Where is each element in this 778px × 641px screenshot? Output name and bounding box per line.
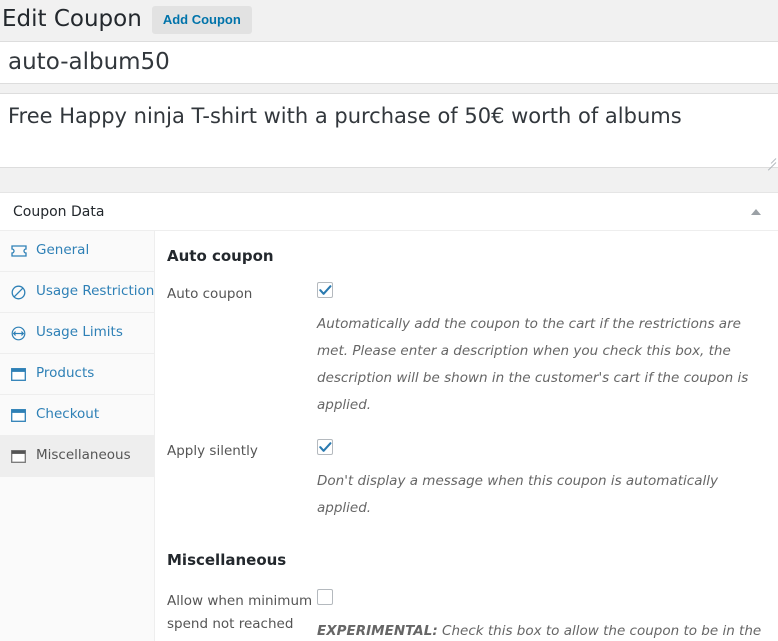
tab-label: General: [36, 244, 89, 258]
coupon-data-panel-body: General Usage Restriction: [0, 231, 778, 641]
miscellaneous-panel-content: Auto coupon Auto coupon Automatically ad…: [155, 231, 778, 641]
field-label: Apply silently: [167, 439, 317, 463]
add-coupon-button[interactable]: Add Coupon: [152, 6, 252, 34]
tab-general[interactable]: General: [0, 231, 154, 272]
coupon-description-wrapper: Free Happy ninja T-shirt with a purchase…: [0, 93, 778, 168]
caret-up-icon[interactable]: [746, 202, 766, 222]
coupon-data-tabs: General Usage Restriction: [0, 231, 155, 641]
panel-title: Coupon Data: [13, 205, 104, 219]
tab-usage-limits[interactable]: Usage Limits: [0, 313, 154, 354]
window-icon: [10, 366, 27, 383]
field-description: Automatically add the coupon to the cart…: [317, 311, 762, 419]
tab-label: Checkout: [36, 408, 99, 422]
section-heading-auto-coupon: Auto coupon: [167, 249, 766, 264]
tab-products[interactable]: Products: [0, 354, 154, 395]
tab-label: Products: [36, 367, 94, 381]
arrows-circle-icon: [10, 325, 27, 342]
allow-minimum-spend-checkbox[interactable]: [317, 589, 333, 605]
field-row-auto-coupon: Auto coupon Automatically add the coupon…: [167, 282, 766, 419]
spacer: [0, 168, 778, 192]
apply-silently-checkbox[interactable]: [317, 439, 333, 455]
field-description: EXPERIMENTAL: Check this box to allow th…: [317, 618, 762, 641]
window-icon: [10, 407, 27, 424]
spacer: [0, 84, 778, 93]
no-entry-icon: [10, 284, 27, 301]
spacer: [167, 419, 766, 439]
field-row-apply-silently: Apply silently Don't display a message w…: [167, 439, 766, 522]
coupon-data-panel-header[interactable]: Coupon Data: [0, 193, 778, 231]
tab-usage-restriction[interactable]: Usage Restriction: [0, 272, 154, 313]
tab-label: Miscellaneous: [36, 449, 131, 463]
field-label: Auto coupon: [167, 282, 317, 306]
tab-checkout[interactable]: Checkout: [0, 395, 154, 436]
coupon-data-panel: Coupon Data General: [0, 192, 778, 641]
tab-label: Usage Restriction: [36, 285, 154, 299]
field-row-allow-when-minimum-spend-not-reached: Allow when minimum spend not reached EXP…: [167, 589, 766, 641]
page-header: Edit Coupon Add Coupon: [0, 0, 778, 41]
coupon-code-input[interactable]: [0, 41, 778, 84]
auto-coupon-checkbox[interactable]: [317, 282, 333, 298]
tab-miscellaneous[interactable]: Miscellaneous: [0, 436, 154, 477]
window-gray-icon: [10, 448, 27, 465]
section-heading-miscellaneous: Miscellaneous: [167, 553, 766, 568]
field-control: Don't display a message when this coupon…: [317, 439, 766, 522]
field-label: Allow when minimum spend not reached: [167, 589, 317, 636]
field-description: Don't display a message when this coupon…: [317, 468, 762, 522]
tab-label: Usage Limits: [36, 326, 123, 340]
page-title: Edit Coupon: [0, 5, 142, 34]
field-description-emphasis: EXPERIMENTAL:: [317, 623, 438, 639]
field-control: Automatically add the coupon to the cart…: [317, 282, 766, 419]
coupon-description-textarea[interactable]: Free Happy ninja T-shirt with a purchase…: [0, 94, 778, 167]
field-control: EXPERIMENTAL: Check this box to allow th…: [317, 589, 766, 641]
ticket-icon: [10, 243, 27, 260]
